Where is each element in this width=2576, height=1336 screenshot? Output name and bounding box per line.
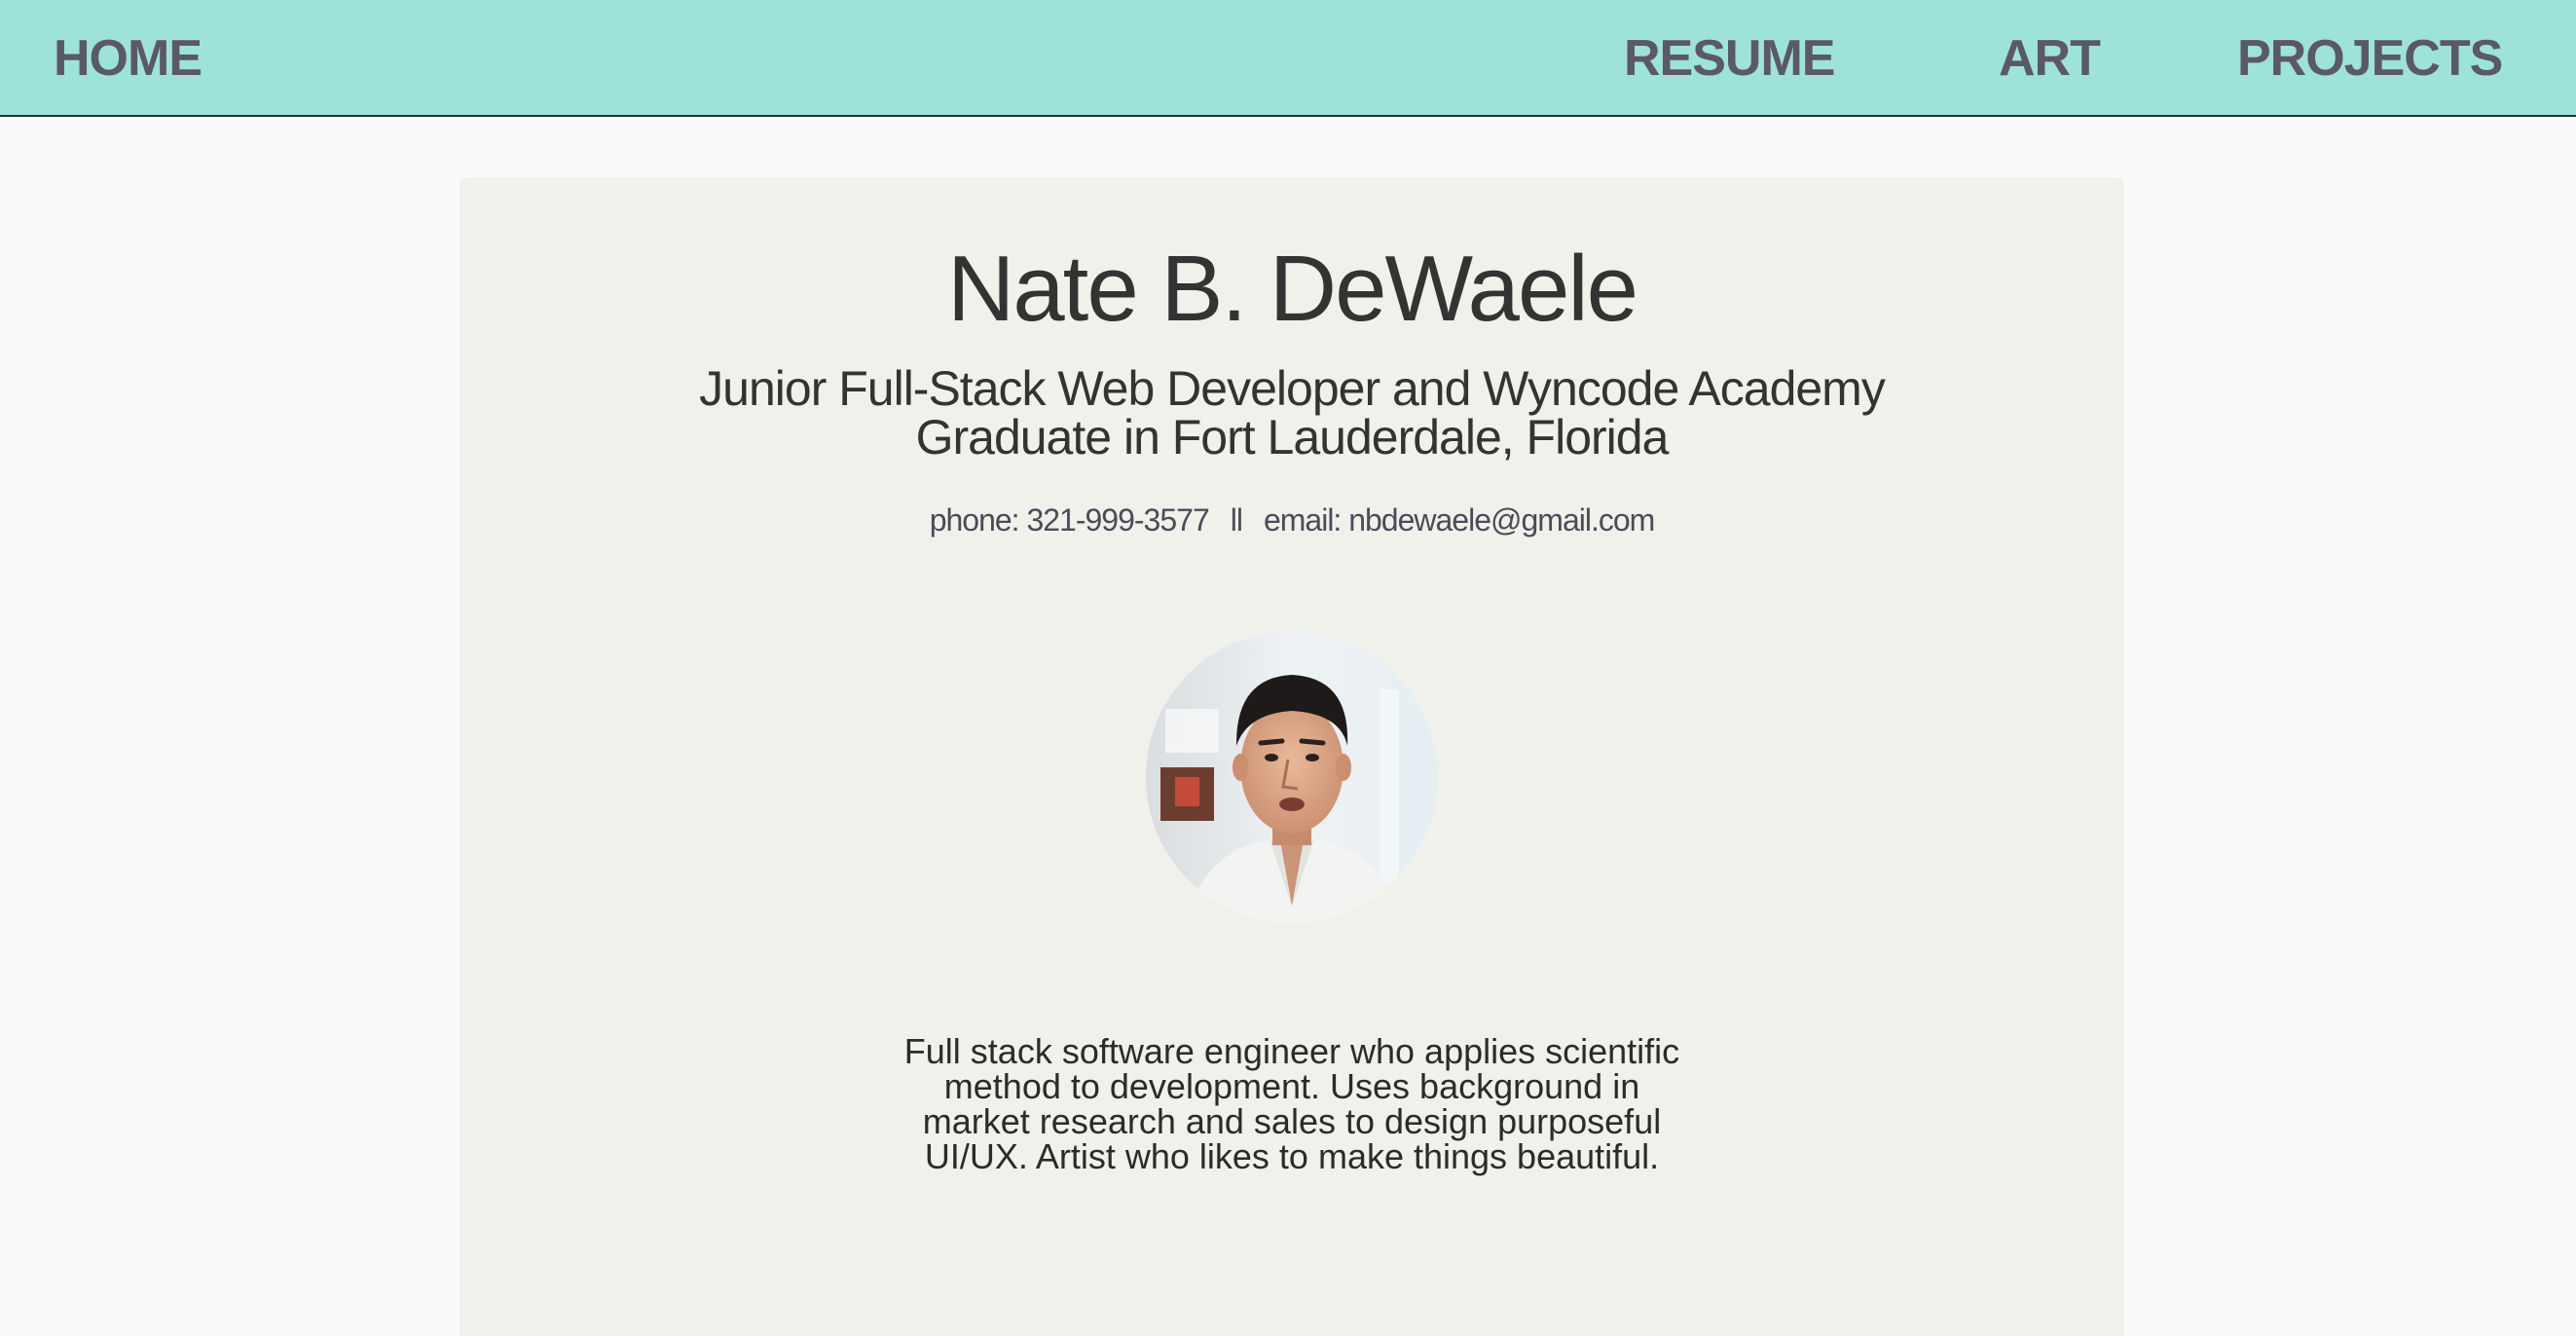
email-link[interactable]: email: nbdewaele@gmail.com (1264, 502, 1655, 538)
profile-card: Nate B. DeWaele Junior Full-Stack Web De… (460, 177, 2124, 1336)
contact-info: phone: 321-999-3577 ll email: nbdewaele@gm… (460, 501, 2124, 539)
contact-separator: ll (1230, 502, 1243, 538)
nav-home-link[interactable]: HOME (54, 29, 202, 88)
profile-name: Nate B. DeWaele (946, 237, 1638, 341)
bio-text: Full stack software engineer who applies… (903, 1031, 1680, 1176)
nav-resume-link[interactable]: RESUME (1624, 29, 1835, 88)
avatar-photo (1146, 631, 1438, 923)
avatar (1146, 631, 1438, 923)
page: HOME RESUME ART PROJECTS Nate B. DeWaele… (0, 0, 2576, 1336)
nav-projects-link[interactable]: PROJECTS (2237, 29, 2503, 88)
profile-subtitle: Junior Full-Stack Web Developer and Wync… (699, 361, 1886, 464)
navbar: HOME RESUME ART PROJECTS (0, 0, 2576, 117)
nav-art-link[interactable]: ART (1999, 29, 2101, 88)
phone-text: phone: 321-999-3577 (929, 502, 1210, 538)
